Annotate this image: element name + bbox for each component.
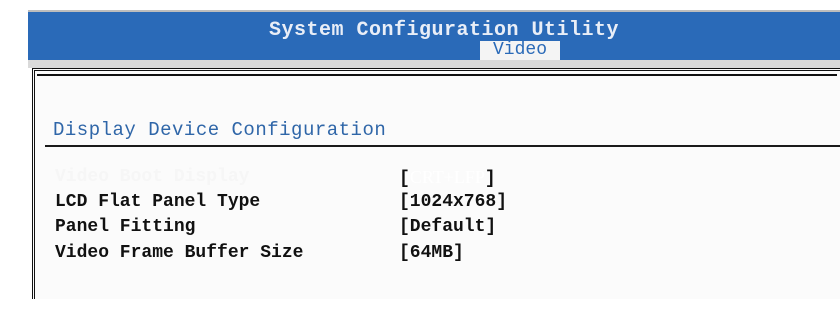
setting-row-lcd-flat-panel-type[interactable]: LCD Flat Panel Type [1024x768] (55, 192, 507, 214)
setting-label: LCD Flat Panel Type (55, 192, 261, 212)
setting-row-panel-fitting[interactable]: Panel Fitting [Default] (55, 217, 496, 239)
app-title: System Configuration Utility (268, 19, 620, 42)
setting-label: Video Boot Display (55, 167, 250, 187)
setting-value[interactable]: [1024x768] (399, 192, 507, 212)
setting-value[interactable]: [Default] (399, 217, 496, 237)
setting-label: Panel Fitting (55, 217, 196, 237)
title-bar: System Configuration Utility Video (28, 10, 840, 60)
header-separator (28, 60, 840, 68)
setting-label: Video Frame Buffer Size (55, 243, 304, 263)
setting-value[interactable]: [CRT+LFP] (399, 167, 496, 189)
tab-video[interactable]: Video (480, 41, 560, 60)
panel-top-border (37, 74, 837, 76)
section-divider (45, 145, 840, 147)
setting-row-video-boot-display[interactable]: Video Boot Display [CRT+LFP] (55, 167, 496, 189)
section-title: Display Device Configuration (53, 119, 387, 141)
setting-value[interactable]: [64MB] (399, 243, 464, 263)
setting-row-video-frame-buffer-size[interactable]: Video Frame Buffer Size [64MB] (55, 243, 464, 265)
settings-panel: Display Device Configuration Video Boot … (32, 68, 840, 299)
bios-screen: System Configuration Utility Video Displ… (28, 0, 840, 299)
